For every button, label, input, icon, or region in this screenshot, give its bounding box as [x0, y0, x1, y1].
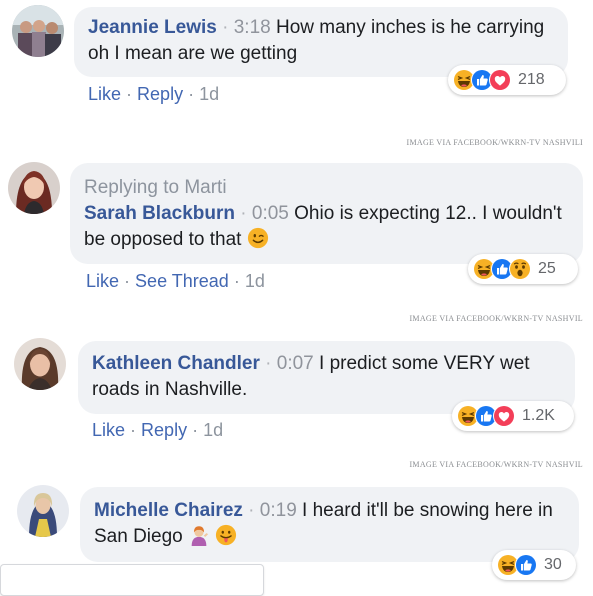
reaction-summary[interactable]: 218	[448, 65, 566, 95]
reply-link[interactable]: Reply	[137, 84, 183, 104]
comment-age[interactable]: 1d	[199, 84, 219, 104]
wink-emoji-icon	[247, 227, 269, 249]
reaction-summary[interactable]: 25	[468, 254, 578, 284]
comment-actions: Like · Reply · 1d	[88, 84, 220, 104]
like-link[interactable]: Like	[92, 420, 125, 440]
person-gesturing-emoji-icon	[188, 524, 210, 546]
commenter-name[interactable]: Michelle Chairez	[94, 500, 243, 521]
comment-timestamp[interactable]: 0:07	[277, 353, 314, 374]
separator-dot: ·	[240, 203, 252, 224]
comment-timestamp[interactable]: 3:18	[234, 17, 271, 38]
commenter-name[interactable]: Kathleen Chandler	[92, 353, 260, 374]
avatar-jeannie-lewis[interactable]	[12, 5, 64, 57]
avatar-kathleen-chandler[interactable]	[14, 338, 66, 390]
see-thread-link[interactable]: See Thread	[135, 271, 229, 291]
love-icon	[492, 404, 516, 428]
reaction-summary[interactable]: 1.2K	[452, 401, 574, 431]
comment-timestamp[interactable]: 0:05	[252, 203, 289, 224]
comment-bubble-sarah-blackburn: Replying to Marti Sarah Blackburn · 0:05…	[70, 163, 583, 264]
reaction-count: 218	[518, 71, 545, 88]
reaction-count: 1.2K	[522, 407, 555, 424]
image-credit: IMAGE VIA FACEBOOK/WKRN-TV NASHVIL	[409, 460, 583, 469]
separator-dot: ·	[248, 500, 260, 521]
separator-dot: ·	[265, 353, 277, 374]
avatar-michelle-chairez[interactable]	[17, 485, 69, 537]
like-link[interactable]: Like	[86, 271, 119, 291]
comment-age[interactable]: 1d	[203, 420, 223, 440]
separator-dot: ·	[222, 17, 234, 38]
reaction-count: 25	[538, 260, 556, 277]
comment-age[interactable]: 1d	[245, 271, 265, 291]
commenter-name[interactable]: Sarah Blackburn	[84, 203, 235, 224]
replying-to-label[interactable]: Replying to Marti	[84, 175, 569, 201]
commenter-name[interactable]: Jeannie Lewis	[88, 17, 217, 38]
image-credit: IMAGE VIA FACEBOOK/WKRN-TV NASHVIL	[409, 314, 583, 323]
reply-link[interactable]: Reply	[141, 420, 187, 440]
reaction-summary[interactable]: 30	[492, 550, 576, 580]
like-link[interactable]: Like	[88, 84, 121, 104]
love-icon	[488, 68, 512, 92]
wow-icon	[508, 257, 532, 281]
comment-actions: Like · Reply · 1d	[92, 420, 224, 440]
like-icon	[514, 553, 538, 577]
reaction-count: 30	[544, 556, 562, 573]
avatar-sarah-blackburn[interactable]	[8, 162, 60, 214]
image-credit: IMAGE VIA FACEBOOK/WKRN-TV NASHVILI	[406, 138, 583, 147]
reply-box-edge[interactable]	[0, 564, 264, 596]
comment-timestamp[interactable]: 0:19	[260, 500, 297, 521]
tongue-emoji-icon	[215, 524, 237, 546]
comment-actions: Like · See Thread · 1d	[86, 271, 265, 291]
